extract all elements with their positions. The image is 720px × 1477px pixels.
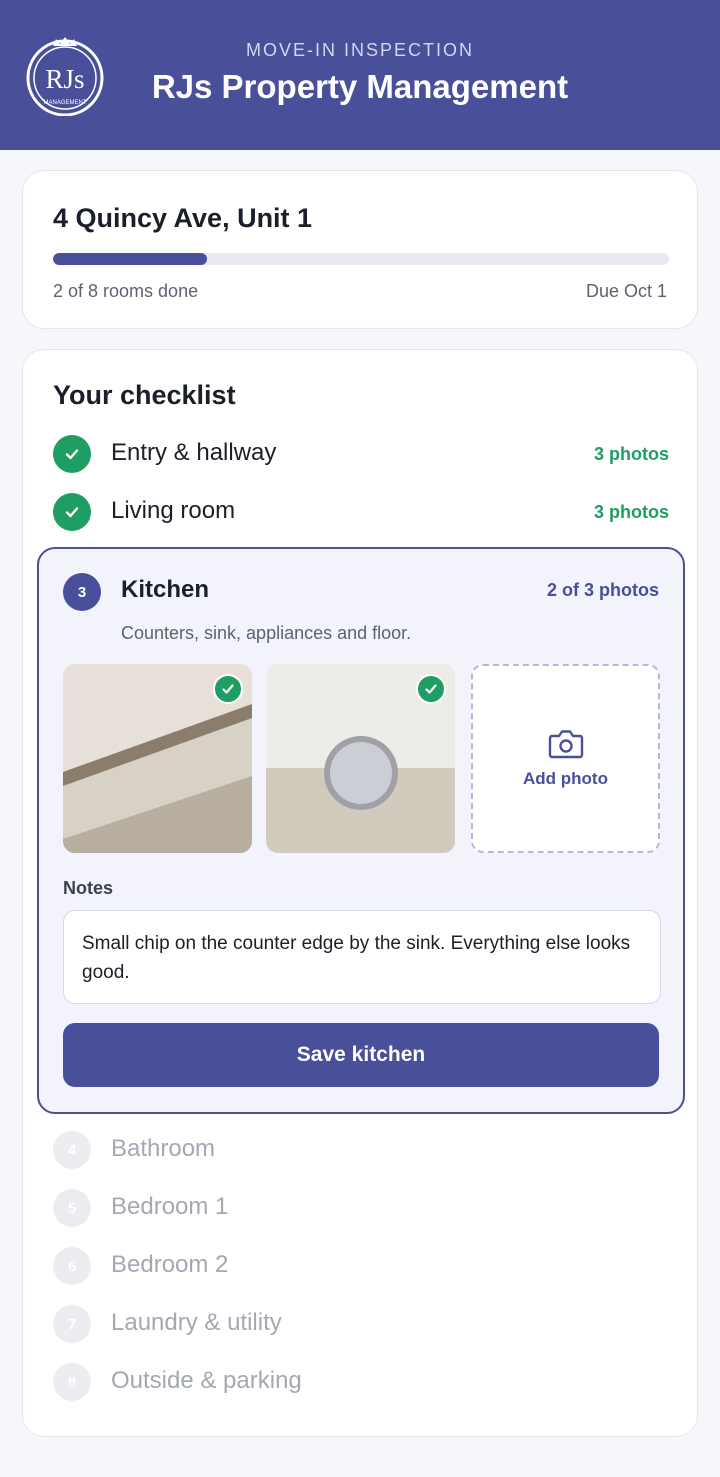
photo-thumbnail-sink[interactable]: [266, 664, 455, 853]
company-logo: RJs MANAGEMENT: [26, 37, 104, 116]
check-badge-icon: [416, 674, 446, 704]
checklist-item-bathroom[interactable]: 4 Bathroom: [53, 1131, 669, 1171]
checklist-item-kitchen-expanded: 3 Kitchen 2 of 3 photos Counters, sink, …: [37, 547, 685, 1114]
company-name: RJs Property Management: [151, 68, 569, 105]
checklist-item-outside-parking[interactable]: 8 Outside & parking: [53, 1363, 669, 1403]
progress-bar: [53, 253, 669, 265]
checklist-item-laundry-utility[interactable]: 7 Laundry & utility: [53, 1305, 669, 1345]
step-number-badge: 6: [53, 1247, 91, 1285]
save-kitchen-button[interactable]: Save kitchen: [63, 1023, 659, 1087]
checklist-item-bedroom-1[interactable]: 5 Bedroom 1: [53, 1189, 669, 1229]
camera-icon: [548, 729, 583, 758]
checklist-card: Your checklist Entry & hallway 3 photos …: [22, 349, 698, 1437]
room-description: Counters, sink, appliances and floor.: [121, 623, 412, 643]
svg-text:MANAGEMENT: MANAGEMENT: [43, 100, 86, 106]
checklist-item-label: Bathroom: [111, 1135, 216, 1162]
checklist-item-label: Outside & parking: [111, 1367, 302, 1394]
step-number-badge: 3: [63, 573, 101, 611]
checklist-item-label: Living room: [111, 497, 236, 524]
check-badge-icon: [213, 674, 243, 704]
add-photo-button[interactable]: Add photo: [471, 664, 660, 853]
photo-count: 2 of 3 photos: [547, 580, 659, 600]
checklist-item-living-room[interactable]: Living room 3 photos: [53, 493, 669, 533]
step-number-badge: 5: [53, 1189, 91, 1227]
property-address: 4 Quincy Ave, Unit 1: [53, 203, 313, 233]
checklist-item-label: Entry & hallway: [111, 439, 277, 466]
room-title: Kitchen: [121, 576, 210, 603]
app-header: RJs MANAGEMENT MOVE-IN INSPECTION RJs Pr…: [0, 0, 720, 150]
due-date: Due Oct 1: [585, 281, 667, 301]
checklist-item-entry-hallway[interactable]: Entry & hallway 3 photos: [53, 435, 669, 475]
step-number-badge: 8: [53, 1363, 91, 1401]
photo-count: 3 photos: [594, 502, 669, 522]
checklist-title: Your checklist: [53, 380, 236, 410]
checklist-item-label: Laundry & utility: [111, 1309, 282, 1336]
notes-label: Notes: [63, 878, 114, 898]
notes-textarea[interactable]: Small chip on the counter edge by the si…: [63, 910, 661, 1004]
step-number-badge: 7: [53, 1305, 91, 1343]
svg-text:RJs: RJs: [45, 64, 84, 94]
progress-bar-fill: [53, 253, 207, 265]
page-eyebrow: MOVE-IN INSPECTION: [245, 40, 474, 60]
checklist-item-bedroom-2[interactable]: 6 Bedroom 2: [53, 1247, 669, 1287]
checklist-item-label: Bedroom 1: [111, 1193, 229, 1220]
property-summary-card: 4 Quincy Ave, Unit 1 2 of 8 rooms done D…: [22, 170, 698, 329]
step-number-badge: 4: [53, 1131, 91, 1169]
photo-thumbnail-counter[interactable]: [63, 664, 252, 853]
checklist-item-label: Bedroom 2: [111, 1251, 229, 1278]
photo-count: 3 photos: [594, 444, 669, 464]
check-icon: [53, 493, 91, 531]
progress-text: 2 of 8 rooms done: [53, 281, 199, 301]
add-photo-label: Add photo: [523, 768, 608, 788]
check-icon: [53, 435, 91, 473]
